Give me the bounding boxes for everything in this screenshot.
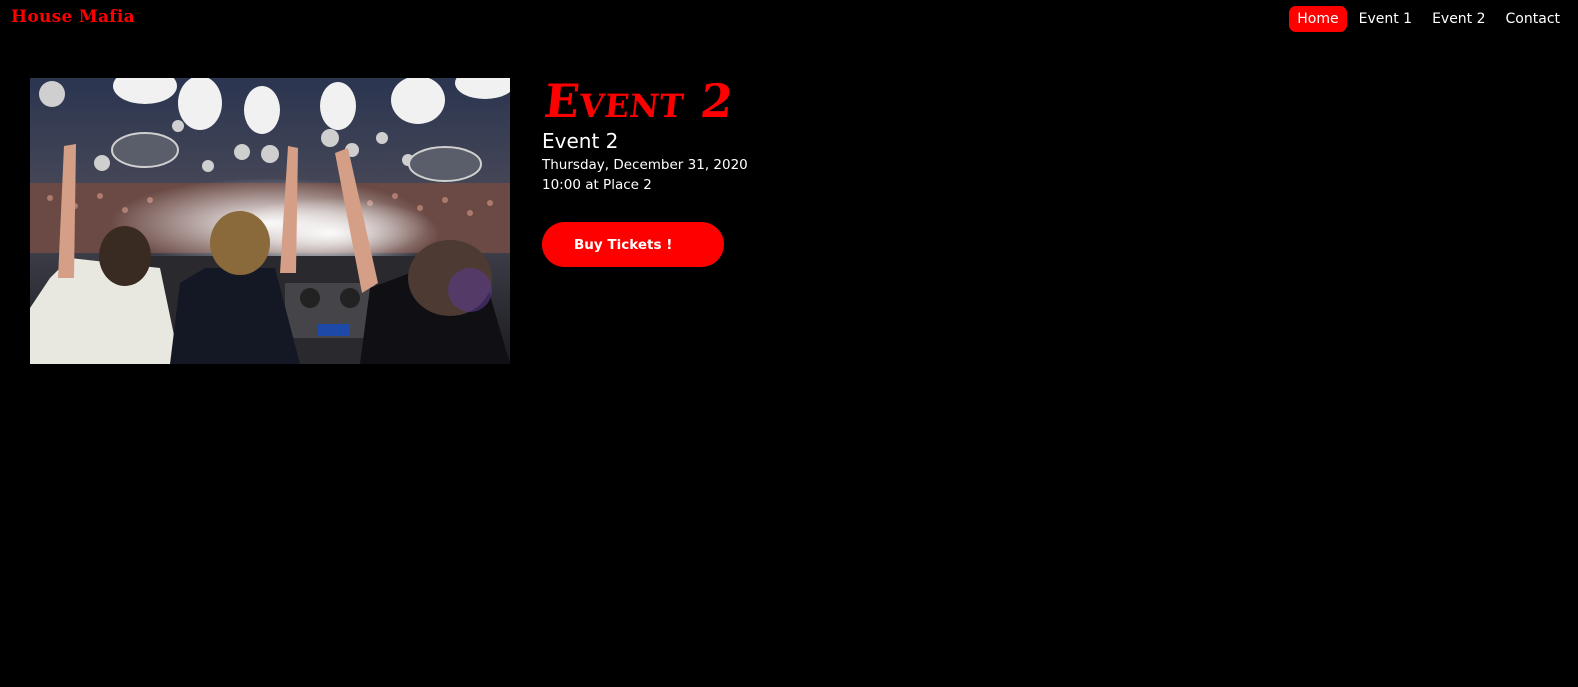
event-name: Event 2 [542,129,619,153]
nav-link-event-1[interactable]: Event 1 [1351,6,1420,32]
event-title: Event 2 [541,74,737,128]
nav-link-contact[interactable]: Contact [1498,6,1568,32]
event-photo [30,78,510,364]
nav-links: Home Event 1 Event 2 Contact [1289,6,1568,32]
brand-logo[interactable]: House Mafia [11,7,135,27]
nav-link-home[interactable]: Home [1289,6,1347,32]
event-time-place: 10:00 at Place 2 [542,177,652,193]
top-navbar: House Mafia Home Event 1 Event 2 Contact [0,0,1578,38]
buy-tickets-button[interactable]: Buy Tickets ! [542,222,724,267]
nav-link-event-2[interactable]: Event 2 [1424,6,1493,32]
event-details: Event 2 Event 2 Thursday, December 31, 2… [542,74,942,267]
event-date: Thursday, December 31, 2020 [542,157,748,173]
